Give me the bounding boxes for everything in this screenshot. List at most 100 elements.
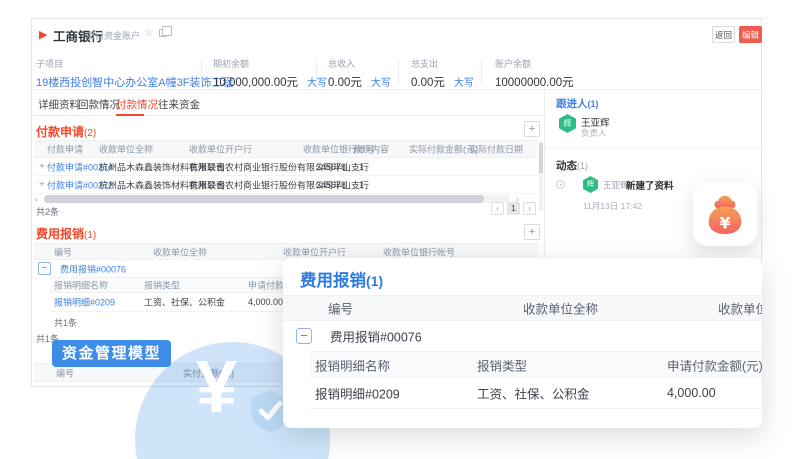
daxie-link[interactable]: 大写: [307, 78, 327, 89]
activity-user[interactable]: 王亚辉: [603, 179, 629, 191]
overlay-title-count: (1): [366, 273, 383, 289]
tab-receipt-status[interactable]: 回款情况: [78, 97, 120, 112]
expense-link[interactable]: 费用报销#00076: [60, 262, 126, 275]
field-value: 10,000,000.00元大写: [213, 74, 327, 90]
back-button[interactable]: 返回: [712, 26, 735, 43]
star-icon[interactable]: ☆: [144, 26, 154, 39]
overlay-subtable-row[interactable]: 报销明细#0209 工资、社保、公积金 4,000.00: [310, 378, 762, 409]
section-title-text: 费用报销: [36, 227, 84, 241]
column-header: 实际付款日期: [469, 143, 523, 156]
money-bag-icon: ¥: [702, 190, 748, 238]
column-header: 报销类型: [477, 355, 527, 374]
field-label: 子项目: [36, 57, 233, 70]
column-header: 收款单位全称: [153, 245, 207, 258]
column-header: 编号: [54, 245, 72, 258]
expand-row-icon[interactable]: +: [39, 161, 45, 172]
next-page-button[interactable]: ›: [523, 202, 536, 215]
activity-avatar[interactable]: 辉: [583, 176, 598, 193]
expand-row-icon[interactable]: +: [39, 179, 45, 190]
record-flag-icon: ▶: [39, 28, 47, 41]
tab-payment-status[interactable]: 付款情况: [116, 97, 158, 112]
column-header: 报销明细名称: [315, 355, 390, 374]
overlay-title: 费用报销(1): [300, 267, 383, 291]
column-header: 收款单位开户行: [718, 299, 762, 318]
column-header: 报销类型: [144, 279, 180, 292]
tab-detail-info[interactable]: 详细资料: [38, 97, 80, 112]
column-header: 实际付款金额(元): [409, 143, 478, 156]
column-header: 报销明细名称: [54, 279, 108, 292]
field-total-income: 总收入 0.00元大写: [328, 57, 391, 90]
horizontal-scrollbar[interactable]: [44, 195, 510, 203]
overlay-expense-row[interactable]: − 费用报销#00076: [283, 321, 762, 351]
side-title-count: (1): [588, 99, 599, 109]
current-page[interactable]: 1: [507, 202, 520, 215]
field-value: 10000000.00元: [495, 74, 574, 90]
daxie-link[interactable]: 大写: [454, 78, 474, 89]
amount-text: 0.00元: [328, 77, 362, 89]
section-count: (2): [84, 128, 96, 139]
column-header: 收款单位全称: [523, 299, 598, 318]
table-row[interactable]: + 付款申请#00274 杭州品木森鑫装饰材料有限公司 杭州联合农村商业银行股份…: [34, 158, 538, 176]
cell-expense-type: 工资、社保、公积金: [477, 384, 590, 403]
amount-text: 0.00元: [411, 77, 445, 89]
field-initial-balance: 期初余额 10,000,000.00元大写: [213, 57, 327, 90]
column-header: 收款单位全称: [99, 143, 153, 156]
overlay-title-text: 费用报销: [300, 272, 366, 290]
clock-icon: [556, 180, 565, 189]
section-count: (1): [84, 230, 96, 241]
field-label: 期初余额: [213, 57, 327, 70]
svg-text:¥: ¥: [719, 213, 731, 232]
daxie-link[interactable]: 大写: [371, 78, 391, 89]
divider: [316, 60, 317, 84]
scrollbar-thumb[interactable]: [44, 195, 484, 203]
page-subtitle: 项目资金账户: [86, 29, 140, 42]
field-label: 账户余额: [495, 57, 574, 70]
vertical-scrollbar[interactable]: [539, 141, 543, 211]
copy-icon[interactable]: [159, 29, 167, 37]
column-header: 编号: [56, 366, 74, 379]
cell-content: 1: [359, 180, 364, 190]
payment-request-total: 共2条: [36, 205, 59, 218]
column-header: 收款单位开户行: [189, 143, 252, 156]
cell-content: 1: [359, 162, 364, 172]
activity-time: 11月13日 17:42: [583, 200, 642, 212]
column-header: 收款单位开户行: [283, 245, 346, 258]
detail-tabs: 详细资料 回款情况 付款情况 往来资金: [32, 90, 544, 116]
column-header: 款项内容: [353, 143, 389, 156]
scrollbar-thumb[interactable]: [539, 143, 543, 173]
expense-link[interactable]: 费用报销#00076: [330, 327, 422, 346]
activity-title: 动态(1): [556, 158, 588, 173]
collapse-row-button[interactable]: −: [38, 262, 51, 275]
subproject-link[interactable]: 19楼西投创智中心办公室A幢3F装饰工程: [36, 74, 233, 90]
add-payment-request-button[interactable]: +: [524, 121, 540, 137]
field-value: 0.00元大写: [328, 74, 391, 90]
side-title-count: (1): [577, 161, 588, 171]
expense-detail-link[interactable]: 报销明细#0209: [54, 296, 115, 309]
section-title-text: 付款申请: [36, 125, 84, 139]
column-header: 收款单位银行帐号: [383, 245, 455, 258]
overlay-table-header: 编号 收款单位全称 收款单位开户行: [283, 295, 762, 321]
scroll-left-arrow[interactable]: ‹: [35, 194, 38, 204]
follower-avatar[interactable]: 辉: [559, 114, 576, 133]
column-header: 付款申请: [47, 143, 83, 156]
field-label: 总收入: [328, 57, 391, 70]
tab-transactions[interactable]: 往来资金: [158, 97, 200, 112]
yuan-watermark-icon: ¥: [196, 350, 237, 424]
field-subproject: 子项目 19楼西投创智中心办公室A幢3F装饰工程: [36, 57, 233, 90]
side-title-text: 跟进人: [556, 98, 588, 110]
divider: [398, 60, 399, 84]
active-tab-underline: [116, 114, 144, 116]
add-expense-button[interactable]: +: [524, 224, 540, 240]
edit-button[interactable]: 编辑: [739, 26, 762, 43]
table-row[interactable]: + 付款申请#00272 杭州品木森鑫装饰材料有限公司 杭州联合农村商业银行股份…: [34, 176, 538, 194]
amount-text: 10,000,000.00元: [213, 77, 298, 89]
prev-page-button[interactable]: ‹: [491, 202, 504, 215]
divider: [545, 147, 762, 148]
expense-subtable-total: 共1条: [54, 316, 77, 329]
divider: [481, 60, 482, 84]
collapse-row-button[interactable]: −: [296, 328, 312, 344]
payment-request-title: 付款申请(2): [36, 123, 96, 140]
fund-model-badge: 资金管理模型: [52, 340, 171, 367]
expense-detail-link[interactable]: 报销明细#0209: [315, 384, 400, 403]
followers-title: 跟进人(1): [556, 96, 599, 111]
